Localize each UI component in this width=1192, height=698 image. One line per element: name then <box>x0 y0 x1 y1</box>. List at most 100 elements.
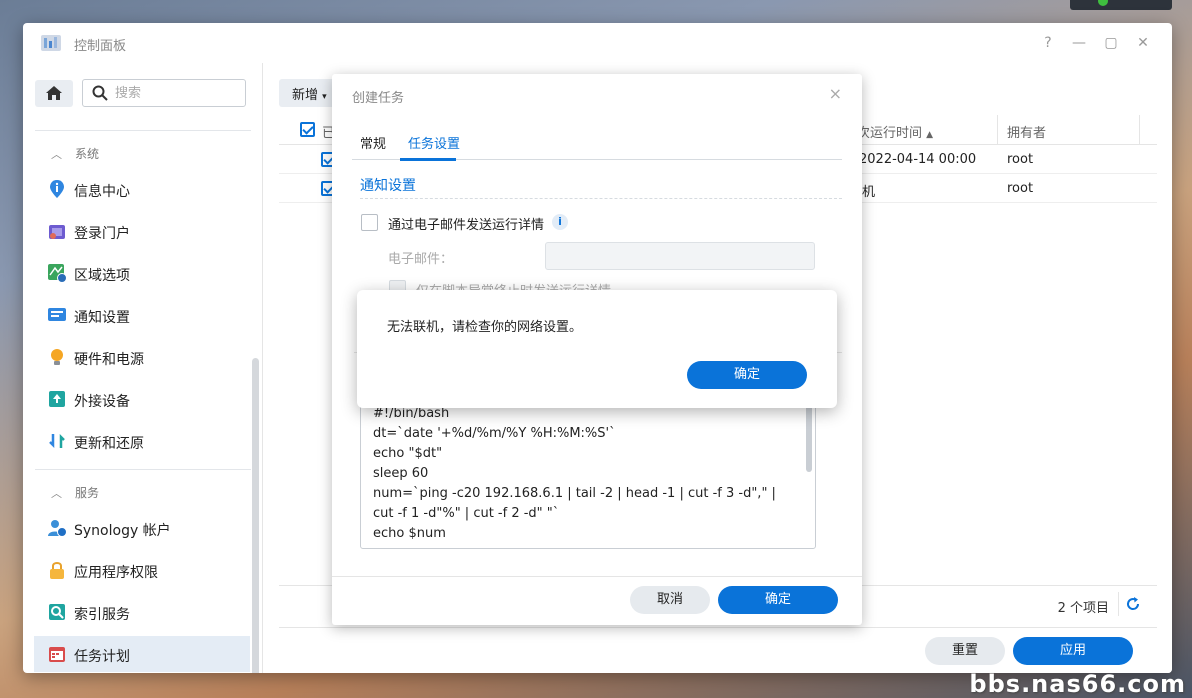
email-field-label: 电子邮件： <box>388 252 454 267</box>
index-icon <box>49 604 65 620</box>
sidebar-item-label: 索引服务 <box>74 607 130 623</box>
alert-dialog: 无法联机，请检查你的网络设置。 确定 <box>357 290 837 408</box>
dialog-close-icon[interactable]: × <box>829 84 842 103</box>
script-line: echo "$dt" <box>373 446 443 461</box>
alert-message: 无法联机，请检查你的网络设置。 <box>387 320 583 335</box>
sidebar-item-hardware-power[interactable]: 硬件和电源 <box>34 339 250 375</box>
account-icon <box>48 520 67 537</box>
email-details-label: 通过电子邮件发送运行详情 <box>388 218 545 233</box>
search-input[interactable] <box>115 84 235 102</box>
calendar-icon <box>49 647 65 662</box>
search-box[interactable] <box>82 79 246 107</box>
script-line: num=`ping -c20 192.168.6.1 | tail -2 | h… <box>373 486 776 501</box>
status-dot <box>1098 0 1108 6</box>
sidebar-item-regional[interactable]: 区域选项 <box>34 255 250 291</box>
cell-owner: root <box>1007 181 1034 196</box>
bottom-divider <box>279 627 1157 628</box>
sidebar-item-login-portal[interactable]: 登录门户 <box>34 213 250 249</box>
tab-task-settings[interactable]: 任务设置 <box>408 133 460 152</box>
sidebar-item-app-permissions[interactable]: 应用程序权限 <box>34 552 250 588</box>
create-button[interactable]: 新增 ▾ <box>279 79 339 107</box>
sidebar-item-label: 区域选项 <box>74 268 130 284</box>
dialog-title: 创建任务 <box>352 91 405 106</box>
sidebar-item-synology-account[interactable]: Synology 帐户 <box>34 510 250 546</box>
section-label: 系统 <box>75 147 100 161</box>
region-icon <box>48 264 67 283</box>
sidebar-item-label: 通知设置 <box>74 310 130 326</box>
titlebar: 控制面板 ? — ▢ ✕ <box>23 23 1172 63</box>
script-scrollbar[interactable] <box>806 402 812 472</box>
home-button[interactable] <box>35 80 73 107</box>
cancel-button[interactable]: 取消 <box>630 586 710 614</box>
watermark: bbs.nas66.com <box>969 670 1186 698</box>
lock-icon <box>50 562 64 579</box>
section-divider <box>360 198 842 199</box>
select-all-checkbox[interactable] <box>300 122 315 137</box>
dialog-ok-button[interactable]: 确定 <box>718 586 838 614</box>
sidebar-item-external-devices[interactable]: 外接设备 <box>34 381 250 417</box>
script-line: #!/bin/bash <box>373 406 450 421</box>
sort-asc-icon: ▲ <box>926 130 934 140</box>
cell-next-run: 2022-04-14 00:00 <box>859 152 977 167</box>
apply-button[interactable]: 应用 <box>1013 637 1133 665</box>
search-icon <box>92 85 108 101</box>
notification-section-title: 通知设置 <box>360 178 416 194</box>
sidebar-item-label: 登录门户 <box>74 226 130 242</box>
window-title: 控制面板 <box>74 39 127 54</box>
sidebar-item-update-restore[interactable]: 更新和还原 <box>34 423 250 459</box>
active-tab-indicator <box>400 158 456 161</box>
sidebar-divider <box>35 130 251 131</box>
section-header-services[interactable]: ︿ 服务 <box>51 484 99 501</box>
sidebar-item-label: 应用程序权限 <box>74 565 158 581</box>
chevron-up-icon: ︿ <box>51 148 62 161</box>
script-line: dt=`date '+%d/%m/%Y %H:%M:%S'` <box>373 426 616 441</box>
caret-down-icon: ▾ <box>322 92 327 102</box>
sidebar-item-task-scheduler[interactable]: 任务计划 <box>34 636 250 672</box>
sidebar-item-label: 更新和还原 <box>74 436 144 452</box>
sidebar: ︿ 系统 信息中心 登录门户 区域选项 通知设置 硬件和电源 外接设备 更新和还原 <box>23 63 263 673</box>
column-divider <box>1139 115 1140 145</box>
update-icon <box>49 433 65 449</box>
chevron-up-icon: ︿ <box>51 487 62 500</box>
portal-icon <box>49 225 65 239</box>
sidebar-scrollbar[interactable] <box>252 358 259 673</box>
tab-general[interactable]: 常规 <box>360 133 386 152</box>
email-field[interactable] <box>545 242 815 270</box>
email-details-checkbox[interactable] <box>361 214 378 231</box>
sidebar-item-label: 信息中心 <box>74 184 130 200</box>
sidebar-item-indexing[interactable]: 索引服务 <box>34 594 250 630</box>
script-line: echo $num <box>373 526 446 541</box>
column-divider <box>997 115 998 145</box>
header-owner[interactable]: 拥有者 <box>1007 122 1046 141</box>
alert-ok-button[interactable]: 确定 <box>687 361 807 389</box>
script-line: sleep 60 <box>373 466 429 481</box>
refresh-icon[interactable] <box>1125 596 1141 612</box>
sidebar-item-label: 硬件和电源 <box>74 352 144 368</box>
create-button-label: 新增 <box>292 88 319 103</box>
dialog-tabs: 常规 任务设置 <box>352 128 842 161</box>
notification-icon <box>48 308 66 321</box>
bulb-icon <box>51 349 63 365</box>
control-panel-icon <box>41 35 61 51</box>
footer-divider <box>1118 592 1119 616</box>
section-label: 服务 <box>75 486 100 500</box>
desktop-tray <box>1070 0 1172 10</box>
script-line: cut -f 1 -d"%" | cut -f 2 -d" "` <box>373 506 560 521</box>
info-icon <box>50 180 64 198</box>
minimize-button[interactable]: — <box>1069 33 1089 53</box>
cell-owner: root <box>1007 152 1034 167</box>
sidebar-item-label: Synology 帐户 <box>74 523 171 539</box>
reset-button[interactable]: 重置 <box>925 637 1005 665</box>
dialog-footer-divider <box>332 576 862 577</box>
item-count: 2 个项目 <box>1057 601 1109 616</box>
close-button[interactable]: ✕ <box>1133 33 1153 53</box>
script-editor[interactable]: #!/bin/bash dt=`date '+%d/%m/%Y %H:%M:%S… <box>360 396 816 549</box>
sidebar-item-info-center[interactable]: 信息中心 <box>34 171 250 207</box>
maximize-button[interactable]: ▢ <box>1101 33 1121 53</box>
sidebar-item-notification[interactable]: 通知设置 <box>34 297 250 333</box>
info-icon[interactable]: i <box>552 214 568 230</box>
section-header-system[interactable]: ︿ 系统 <box>51 145 99 162</box>
sidebar-item-label: 任务计划 <box>74 649 130 665</box>
home-icon <box>46 86 62 100</box>
help-button[interactable]: ? <box>1038 33 1058 53</box>
